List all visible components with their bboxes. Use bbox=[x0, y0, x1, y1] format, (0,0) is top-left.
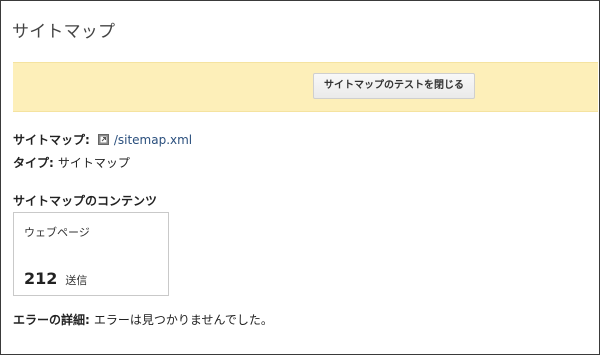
external-link-icon[interactable] bbox=[97, 134, 109, 145]
submitted-count: 212 送信 bbox=[24, 269, 87, 288]
page-title: サイトマップ bbox=[12, 22, 116, 42]
errors-value: エラーは見つかりませんでした。 bbox=[93, 313, 273, 327]
count-unit: 送信 bbox=[65, 274, 88, 287]
errors-label: エラーの詳細: bbox=[13, 313, 90, 327]
count-number: 212 bbox=[24, 269, 58, 288]
type-label: タイプ: bbox=[13, 156, 54, 170]
type-value: サイトマップ bbox=[57, 156, 130, 170]
sitemap-link[interactable]: /sitemap.xml bbox=[114, 133, 192, 147]
webpages-card: ウェブページ 212 送信 bbox=[13, 212, 169, 296]
dialog-frame: サイトマップ サイトマップのテストを閉じる サイトマップ: /sitemap.x… bbox=[0, 0, 600, 355]
test-banner: サイトマップのテストを閉じる bbox=[13, 62, 598, 112]
sitemap-row: サイトマップ: /sitemap.xml bbox=[13, 131, 192, 148]
errors-row: エラーの詳細: エラーは見つかりませんでした。 bbox=[13, 311, 273, 328]
contents-heading: サイトマップのコンテンツ bbox=[13, 194, 158, 208]
sitemap-label: サイトマップ: bbox=[13, 133, 90, 147]
card-label: ウェブページ bbox=[24, 226, 90, 239]
type-row: タイプ: サイトマップ bbox=[13, 154, 130, 171]
close-test-button[interactable]: サイトマップのテストを閉じる bbox=[313, 73, 475, 99]
